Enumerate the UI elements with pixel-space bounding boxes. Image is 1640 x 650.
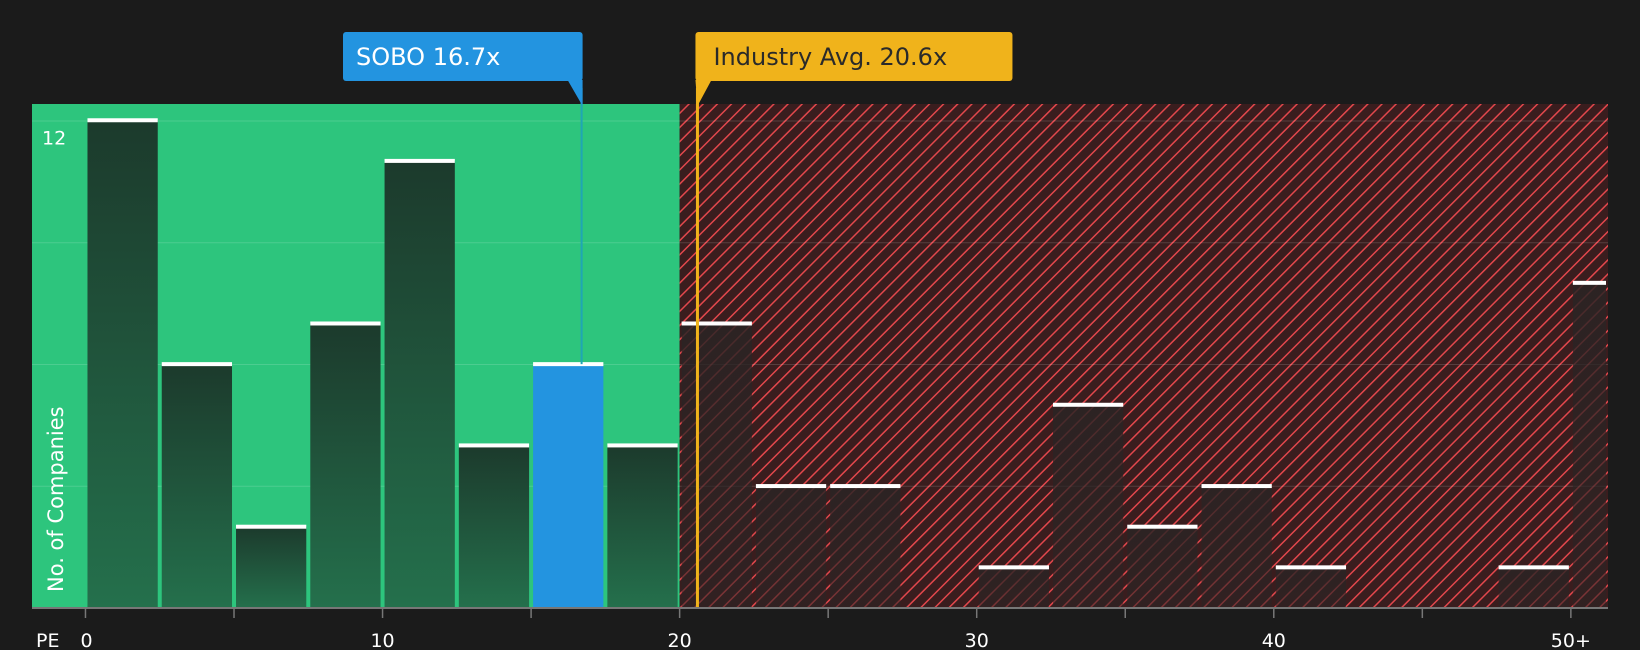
company-callout-pointer: [567, 80, 583, 106]
industry-callout-pointer: [695, 80, 712, 106]
bar-top-cap: [607, 443, 678, 448]
histogram-bar: [87, 120, 158, 609]
x-tick-label: 20: [668, 630, 692, 650]
pe-distribution-chart: Industry Avg. 20.6x SOBO 16.7x 0 10 20 30 40 5…: [0, 0, 1640, 650]
bar-top-cap: [1572, 280, 1606, 285]
x-tick-label: 40: [1262, 630, 1286, 650]
histogram-bar: [607, 445, 678, 608]
company-callout-label: SOBO 16.7x: [356, 43, 500, 71]
bar-top-cap: [1052, 402, 1124, 407]
histogram-bar: [310, 323, 381, 608]
chart-canvas: Industry Avg. 20.6x SOBO 16.7x 0 10 20 30 40 5…: [32, 32, 1608, 650]
bar-top-cap: [830, 484, 901, 489]
bar-top-cap: [310, 321, 381, 326]
bar-top-cap: [978, 565, 1049, 570]
histogram-bar: [384, 160, 455, 608]
histogram-bar: [533, 364, 604, 608]
bar-top-cap: [1275, 565, 1347, 570]
bar-top-cap: [1498, 565, 1569, 570]
bar-top-cap: [161, 362, 233, 367]
histogram-bar: [1052, 404, 1124, 608]
histogram-bar: [458, 445, 530, 608]
x-tick-label: 10: [370, 630, 394, 650]
bar-top-cap: [236, 524, 307, 529]
x-axis-label: PE: [36, 630, 59, 650]
x-tick-label: 30: [965, 630, 989, 650]
histogram-bar: [1201, 486, 1272, 608]
bar-top-cap: [755, 484, 827, 489]
bar-top-cap: [1201, 484, 1272, 489]
industry-callout-label: Industry Avg. 20.6x: [713, 43, 947, 71]
bar-top-cap: [458, 443, 530, 448]
histogram-bar: [681, 323, 752, 608]
histogram-bar: [161, 364, 233, 608]
x-tick-label: 0: [80, 630, 92, 650]
histogram-bar: [1498, 567, 1569, 608]
histogram-bar: [1127, 526, 1198, 608]
bar-top-cap: [87, 118, 158, 123]
bar-top-cap: [384, 158, 455, 163]
y-axis-label: No. of Companies: [44, 406, 68, 592]
y-tick-label: 12: [42, 127, 66, 149]
histogram-bar: [236, 526, 307, 608]
histogram-bar: [830, 486, 901, 608]
histogram-bar: [1572, 282, 1606, 608]
x-tick-label: 50+: [1551, 630, 1591, 650]
bar-top-cap: [1127, 524, 1198, 529]
histogram-bar: [755, 486, 827, 608]
histogram-bar: [978, 567, 1049, 608]
bar-top-cap: [681, 321, 752, 326]
histogram-bar: [1275, 567, 1347, 608]
bar-top-cap: [533, 362, 604, 367]
